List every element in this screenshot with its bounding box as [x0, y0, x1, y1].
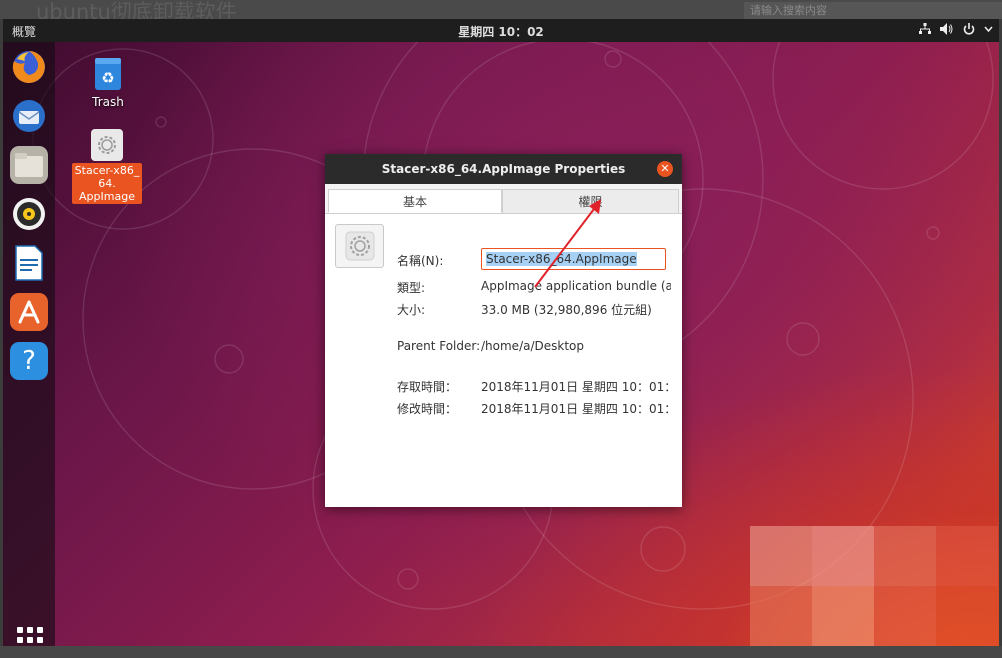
- bottom-strip: [0, 646, 1002, 658]
- chevron-down-icon[interactable]: [984, 23, 993, 38]
- rhythmbox-icon[interactable]: [10, 195, 48, 233]
- tab-basic[interactable]: 基本: [328, 189, 502, 213]
- dialog-title: Stacer-x86_64.AppImage Properties: [325, 154, 682, 184]
- accessed-value: 2018年11月01日 星期四 10：01：47: [481, 380, 671, 394]
- dock: ?: [3, 42, 55, 646]
- top-bar: 概覽 星期四 10：02: [3, 19, 999, 42]
- firefox-icon[interactable]: [10, 48, 48, 86]
- type-value: AppImage application bundle (ap…: [481, 279, 671, 293]
- type-label: 類型:: [397, 281, 426, 295]
- close-button[interactable]: ✕: [657, 161, 673, 177]
- tab-permissions[interactable]: 權限: [502, 189, 679, 213]
- system-tray[interactable]: [919, 23, 993, 38]
- help-icon[interactable]: ?: [10, 342, 48, 380]
- trash-label: Trash: [92, 95, 124, 109]
- watermark-mosaic: [750, 526, 999, 646]
- thunderbird-icon[interactable]: [10, 97, 48, 135]
- file-gear-icon: [335, 224, 384, 268]
- libreoffice-writer-icon[interactable]: [10, 244, 48, 282]
- volume-icon[interactable]: [940, 23, 954, 38]
- desktop-appimage[interactable]: Stacer-x86_ 64. AppImage: [72, 129, 142, 204]
- size-value: 33.0 MB (32,980,896 位元組): [481, 303, 652, 317]
- outer-search-input[interactable]: 请输入搜索内容: [744, 2, 1002, 19]
- appimage-label: Stacer-x86_ 64. AppImage: [72, 163, 142, 204]
- outer-top-strip: ubuntu彻底卸载软件 请输入搜索内容: [0, 0, 1002, 24]
- clock[interactable]: 星期四 10：02: [3, 23, 999, 40]
- svg-text:♻: ♻: [101, 69, 114, 87]
- parent-folder-value: /home/a/Desktop: [481, 339, 584, 353]
- modified-value: 2018年11月01日 星期四 10：01：35: [481, 402, 671, 416]
- software-center-icon[interactable]: [10, 293, 48, 331]
- show-applications-button[interactable]: [17, 627, 43, 646]
- parent-folder-label: Parent Folder:: [397, 339, 481, 353]
- desktop-screen: 概覽 星期四 10：02 ? ♻ Trash Stacer-x86_ 64. A…: [3, 19, 999, 646]
- modified-label: 修改時間：: [397, 402, 458, 416]
- dialog-tabs: 基本 權限: [325, 184, 682, 214]
- power-icon[interactable]: [963, 23, 975, 38]
- name-field[interactable]: Stacer-x86_64.AppImage: [481, 248, 666, 270]
- properties-dialog: Stacer-x86_64.AppImage Properties ✕ 基本 權…: [325, 154, 682, 507]
- accessed-label: 存取時間：: [397, 380, 458, 394]
- network-icon[interactable]: [919, 23, 931, 38]
- desktop-trash[interactable]: ♻ Trash: [83, 56, 133, 109]
- files-icon[interactable]: [10, 146, 48, 184]
- size-label: 大小:: [397, 303, 426, 317]
- trash-icon: ♻: [95, 58, 121, 90]
- name-label: 名稱(N):: [397, 254, 444, 268]
- gear-icon: [91, 129, 123, 161]
